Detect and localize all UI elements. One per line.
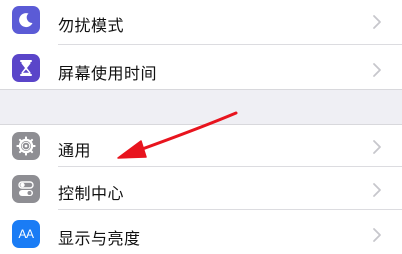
row-label-do-not-disturb: 勿扰模式 [58, 16, 125, 35]
row-separator [58, 44, 402, 45]
chevron-right-icon [373, 15, 381, 29]
row-label-display-brightness: 显示与亮度 [58, 229, 141, 248]
row-label-general: 通用 [58, 141, 92, 160]
chevron-right-icon [373, 228, 381, 242]
row-display-brightness[interactable]: AA 显示与亮度 [0, 211, 402, 254]
row-separator [58, 166, 402, 167]
row-general[interactable]: 通用 [0, 125, 402, 167]
row-separator [58, 209, 402, 210]
group-gap [0, 90, 402, 124]
toggle-switches-icon [12, 175, 40, 203]
text-size-icon-glyph: AA [18, 227, 34, 241]
chevron-right-icon [373, 140, 381, 154]
text-size-icon: AA [12, 220, 40, 248]
row-label-screen-time: 屏幕使用时间 [58, 64, 158, 83]
settings-group-1: 勿扰模式 屏幕使用时间 [0, 0, 402, 88]
settings-group-2: 通用 控制中心 AA 显示与亮度 [0, 125, 402, 254]
hourglass-icon [12, 54, 40, 82]
row-do-not-disturb[interactable]: 勿扰模式 [0, 0, 402, 45]
moon-icon [12, 6, 40, 34]
row-control-center[interactable]: 控制中心 [0, 168, 402, 210]
row-label-control-center: 控制中心 [58, 184, 125, 203]
chevron-right-icon [373, 183, 381, 197]
chevron-right-icon [373, 63, 381, 77]
row-screen-time[interactable]: 屏幕使用时间 [0, 46, 402, 90]
gear-icon [12, 132, 40, 160]
